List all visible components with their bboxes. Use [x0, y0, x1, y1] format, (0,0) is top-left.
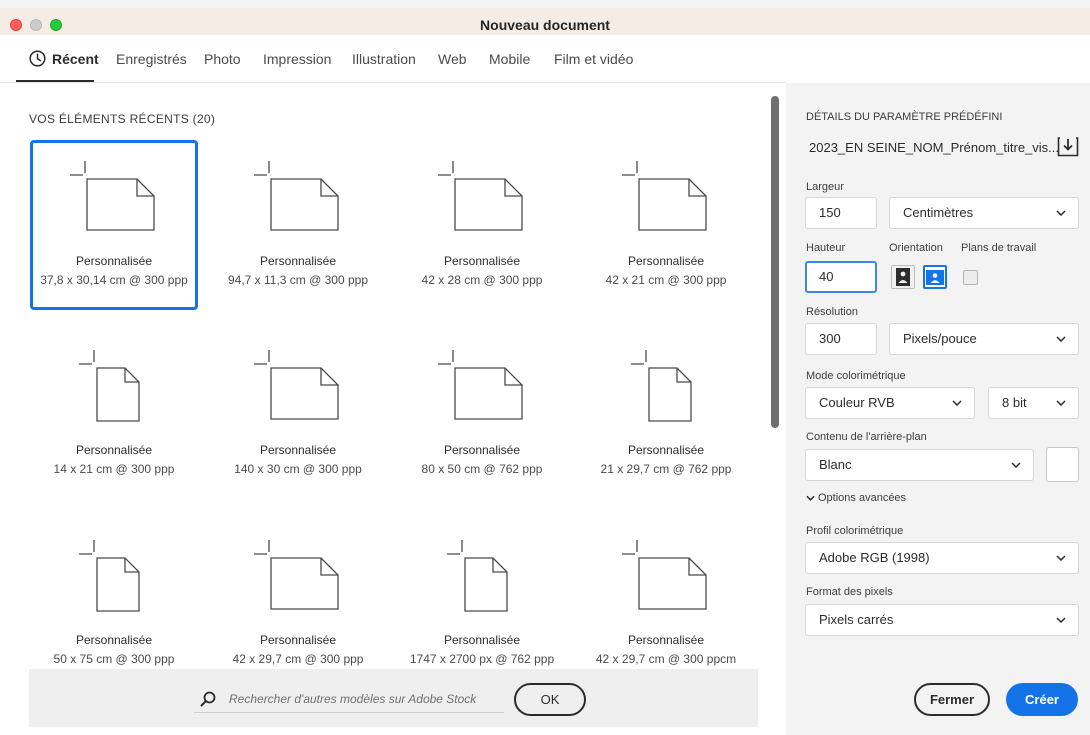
bit-depth-value: 8 bit	[1002, 395, 1027, 410]
recent-item-size: 42 x 29,7 cm @ 300 ppp	[232, 652, 364, 666]
advanced-options-toggle[interactable]: Options avancées	[806, 492, 906, 504]
landscape-orientation-button[interactable]	[923, 265, 947, 289]
recent-item-tile[interactable]: Personnalisée 42 x 29,7 cm @ 300 ppcm	[582, 519, 750, 689]
recent-item-tile[interactable]: Personnalisée 37,8 x 30,14 cm @ 300 ppp	[30, 140, 198, 310]
recent-item-size: 80 x 50 cm @ 762 ppp	[421, 462, 543, 476]
chevron-down-icon	[1011, 462, 1021, 468]
bit-depth-select[interactable]: 8 bit	[988, 387, 1079, 419]
pixel-format-value: Pixels carrés	[819, 612, 894, 627]
color-mode-label: Mode colorimétrique	[806, 370, 906, 382]
clock-icon	[29, 50, 46, 67]
recent-item-tile[interactable]: Personnalisée 14 x 21 cm @ 300 ppp	[30, 329, 198, 499]
recent-item-name: Personnalisée	[259, 254, 337, 268]
recent-item-size: 42 x 29,7 cm @ 300 ppcm	[595, 652, 737, 666]
width-label: Largeur	[806, 181, 844, 193]
resolution-unit-value: Pixels/pouce	[903, 331, 977, 346]
pixel-format-select[interactable]: Pixels carrés	[805, 604, 1079, 636]
background-value: Blanc	[819, 457, 852, 472]
preset-details-title: DÉTAILS DU PARAMÈTRE PRÉDÉFINI	[806, 111, 1003, 123]
recent-item-tile[interactable]: Personnalisée 42 x 29,7 cm @ 300 ppp	[214, 519, 382, 689]
stock-search-input[interactable]: Rechercher d'autres modèles sur Adobe St…	[229, 692, 476, 706]
color-profile-value: Adobe RGB (1998)	[819, 550, 930, 565]
tab-photo[interactable]: Photo	[204, 51, 241, 67]
background-color-swatch[interactable]	[1046, 447, 1079, 482]
artboards-checkbox[interactable]	[963, 270, 978, 285]
recent-item-size: 50 x 75 cm @ 300 ppp	[53, 652, 175, 666]
recent-item-tile[interactable]: Personnalisée 94,7 x 11,3 cm @ 300 ppp	[214, 140, 382, 310]
advanced-options-label: Options avancées	[818, 492, 907, 504]
background-label: Contenu de l'arrière-plan	[806, 431, 927, 443]
recent-item-size: 14 x 21 cm @ 300 ppp	[53, 462, 175, 476]
height-input[interactable]: 40	[805, 261, 877, 293]
search-icon	[200, 691, 216, 707]
portrait-icon	[896, 268, 910, 286]
chevron-down-icon	[1056, 210, 1066, 216]
recent-item-name: Personnalisée	[627, 633, 705, 647]
recent-item-size: 42 x 28 cm @ 300 ppp	[421, 273, 543, 287]
recent-item-size: 94,7 x 11,3 cm @ 300 ppp	[227, 273, 369, 287]
height-label: Hauteur	[806, 242, 846, 254]
recent-item-name: Personnalisée	[75, 443, 153, 457]
scrollbar-thumb[interactable]	[771, 96, 779, 428]
chevron-down-icon	[1056, 617, 1066, 623]
save-preset-icon[interactable]	[1057, 137, 1079, 157]
pixel-format-label: Format des pixels	[806, 586, 893, 598]
chevron-down-icon	[952, 400, 962, 406]
recent-item-tile[interactable]: Personnalisée 50 x 75 cm @ 300 ppp	[30, 519, 198, 689]
chevron-down-icon	[806, 495, 815, 501]
close-button[interactable]: Fermer	[914, 683, 990, 716]
color-mode-value: Couleur RVB	[819, 395, 895, 410]
recent-item-tile[interactable]: Personnalisée 42 x 21 cm @ 300 ppp	[582, 140, 750, 310]
width-unit-value: Centimètres	[903, 205, 974, 220]
artboards-label: Plans de travail	[961, 242, 1037, 254]
tab-film-video[interactable]: Film et vidéo	[554, 51, 633, 67]
color-profile-label: Profil colorimétrique	[806, 525, 904, 537]
ok-button[interactable]: OK	[514, 683, 586, 716]
recent-item-tile[interactable]: Personnalisée 21 x 29,7 cm @ 762 ppp	[582, 329, 750, 499]
tab-print[interactable]: Impression	[263, 51, 331, 67]
resolution-unit-select[interactable]: Pixels/pouce	[889, 323, 1079, 355]
chevron-down-icon	[1056, 555, 1066, 561]
recent-item-name: Personnalisée	[443, 254, 521, 268]
recent-item-size: 37,8 x 30,14 cm @ 300 ppp	[40, 273, 188, 287]
recent-item-name: Personnalisée	[259, 633, 337, 647]
preset-name[interactable]: 2023_EN SEINE_NOM_Prénom_titre_vis...	[809, 140, 1059, 155]
recent-item-size: 140 x 30 cm @ 300 ppp	[234, 462, 362, 476]
recent-item-tile[interactable]: Personnalisée 80 x 50 cm @ 762 ppp	[398, 329, 566, 499]
chevron-down-icon	[1056, 400, 1066, 406]
recent-item-name: Personnalisée	[259, 443, 337, 457]
recent-item-size: 21 x 29,7 cm @ 762 ppp	[600, 462, 732, 476]
recent-item-tile[interactable]: Personnalisée 1747 x 2700 px @ 762 ppp	[398, 519, 566, 689]
tab-mobile[interactable]: Mobile	[489, 51, 530, 67]
recent-item-name: Personnalisée	[443, 443, 521, 457]
recent-item-name: Personnalisée	[627, 254, 705, 268]
tab-recent[interactable]: Récent	[52, 51, 99, 67]
recent-section-title: VOS ÉLÉMENTS RÉCENTS (20)	[29, 112, 216, 126]
search-underline	[194, 712, 504, 713]
recent-item-tile[interactable]: Personnalisée 140 x 30 cm @ 300 ppp	[214, 329, 382, 499]
recent-item-name: Personnalisée	[75, 633, 153, 647]
tab-saved[interactable]: Enregistrés	[116, 51, 187, 67]
portrait-orientation-button[interactable]	[891, 265, 915, 289]
color-mode-select[interactable]: Couleur RVB	[805, 387, 975, 419]
window-title: Nouveau document	[480, 17, 610, 33]
tab-web[interactable]: Web	[438, 51, 467, 67]
orientation-label: Orientation	[889, 242, 943, 254]
recent-item-size: 42 x 21 cm @ 300 ppp	[605, 273, 727, 287]
color-profile-select[interactable]: Adobe RGB (1998)	[805, 542, 1079, 574]
resolution-label: Résolution	[806, 306, 858, 318]
create-button[interactable]: Créer	[1006, 683, 1078, 716]
recent-item-name: Personnalisée	[627, 443, 705, 457]
recent-item-tile[interactable]: Personnalisée 42 x 28 cm @ 300 ppp	[398, 140, 566, 310]
landscape-icon	[926, 270, 944, 285]
recent-item-name: Personnalisée	[443, 633, 521, 647]
recent-item-size: 1747 x 2700 px @ 762 ppp	[409, 652, 555, 666]
width-unit-select[interactable]: Centimètres	[889, 197, 1079, 229]
resolution-input[interactable]: 300	[805, 323, 877, 355]
chevron-down-icon	[1056, 336, 1066, 342]
background-select[interactable]: Blanc	[805, 449, 1034, 481]
tab-illustration[interactable]: Illustration	[352, 51, 416, 67]
recent-item-name: Personnalisée	[75, 254, 153, 268]
width-input[interactable]: 150	[805, 197, 877, 229]
